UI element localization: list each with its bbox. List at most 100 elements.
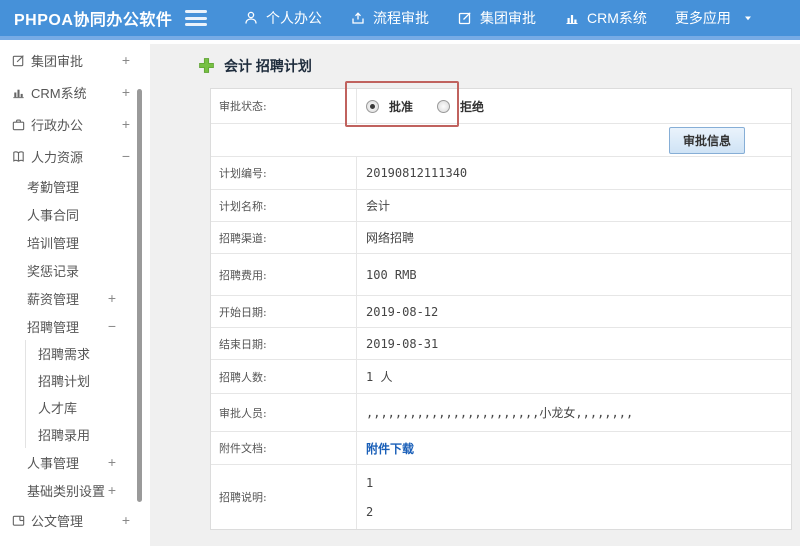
- sidebar-item-label: 公文管理: [31, 513, 84, 529]
- field-label: 审批状态:: [211, 89, 357, 123]
- sidebar-item-recruitment[interactable]: 招聘管理 −: [0, 312, 150, 340]
- nav-group-approval[interactable]: 集团审批: [457, 8, 536, 28]
- field-value: 20190812111340: [366, 166, 468, 180]
- expand-icon[interactable]: +: [120, 84, 132, 100]
- recruit-channel-row: 招聘渠道: 网络招聘: [211, 221, 791, 253]
- expand-icon[interactable]: +: [106, 454, 118, 470]
- sidebar-item-crm[interactable]: CRM系统 +: [0, 76, 150, 108]
- collapse-icon[interactable]: −: [106, 318, 118, 334]
- field-label: 招聘人数:: [211, 360, 357, 393]
- hamburger-menu-icon[interactable]: [185, 10, 207, 26]
- sidebar-item-document[interactable]: 公文管理 +: [0, 504, 150, 536]
- person-icon: [243, 10, 259, 26]
- approval-info-button[interactable]: 审批信息: [668, 126, 745, 154]
- sidebar-item-label: 招聘管理: [27, 319, 80, 335]
- attachment-row: 附件文档: 附件下载: [211, 431, 791, 464]
- sidebar-item-admin-office[interactable]: 行政办公 +: [0, 108, 150, 140]
- sidebar-item-hr[interactable]: 人力资源 −: [0, 140, 150, 172]
- approval-status-row: 审批状态: 批准 拒绝: [211, 89, 791, 123]
- description-line: 2: [366, 504, 374, 519]
- app-logo: PHPOA协同办公软件: [14, 12, 173, 29]
- top-header: PHPOA协同办公软件 个人办公 流程审批 集团审批 CRM系统 更多应用: [0, 0, 800, 40]
- field-label: 计划名称:: [211, 190, 357, 221]
- book-icon: [10, 149, 26, 164]
- description-row: 招聘说明: 1 2: [211, 464, 791, 529]
- page-title: 会计 招聘计划: [198, 57, 800, 74]
- sidebar-item-hr-contract[interactable]: 人事合同: [0, 200, 150, 228]
- plan-number-row: 计划编号: 20190812111340: [211, 156, 791, 189]
- expand-icon[interactable]: +: [120, 52, 132, 68]
- radio-approve-label: 批准: [389, 99, 414, 114]
- nav-label: CRM系统: [587, 10, 647, 26]
- sidebar-item-label: 人才库: [38, 401, 78, 416]
- sidebar-item-group-approval[interactable]: 集团审批 +: [0, 44, 150, 76]
- field-label: 招聘说明:: [211, 465, 357, 529]
- nav-crm[interactable]: CRM系统: [564, 8, 647, 28]
- edit-square-icon: [10, 53, 26, 68]
- bar-chart-icon: [564, 10, 580, 26]
- approval-form-table: 审批状态: 批准 拒绝 审批信息 计划编号: 20190812111340 计划…: [210, 88, 792, 530]
- expand-icon[interactable]: +: [106, 290, 118, 306]
- approval-button-row: 审批信息: [211, 123, 791, 156]
- attachment-download-link[interactable]: 附件下载: [366, 442, 414, 456]
- field-value: ,,,,,,,,,,,,,,,,,,,,,,,,小龙女,,,,,,,,: [366, 406, 634, 420]
- sidebar-item-label: 培训管理: [27, 235, 80, 251]
- approval-status-options: 批准 拒绝: [357, 98, 791, 115]
- field-label: 招聘渠道:: [211, 222, 357, 253]
- expand-icon[interactable]: +: [120, 116, 132, 132]
- description-line: 1: [366, 475, 374, 490]
- sidebar-item-recruit-plan[interactable]: 招聘计划: [26, 367, 150, 394]
- field-label: 计划编号:: [211, 157, 357, 189]
- sidebar-item-label: 集团审批: [31, 53, 84, 69]
- sidebar-item-salary[interactable]: 薪资管理 +: [0, 284, 150, 312]
- radio-approve[interactable]: [366, 99, 379, 113]
- nav-label: 更多应用: [674, 10, 731, 26]
- expand-icon[interactable]: +: [106, 482, 118, 498]
- sidebar-item-recruit-hire[interactable]: 招聘录用: [26, 421, 150, 448]
- bar-chart-icon: [10, 85, 26, 100]
- radio-reject[interactable]: [437, 99, 451, 113]
- nav-personal-office[interactable]: 个人办公: [243, 8, 322, 28]
- sidebar-item-label: 人力资源: [31, 149, 84, 165]
- approvers-row: 审批人员: ,,,,,,,,,,,,,,,,,,,,,,,,小龙女,,,,,,,…: [211, 393, 791, 431]
- sidebar-item-label: 招聘需求: [38, 347, 91, 362]
- sidebar-item-label: 基础类别设置: [27, 483, 106, 499]
- field-label: 招聘费用:: [211, 254, 357, 295]
- field-value: 100 RMB: [366, 267, 417, 282]
- document-icon: [10, 513, 26, 528]
- nav-process-approval[interactable]: 流程审批: [350, 8, 429, 28]
- upload-icon: [350, 10, 366, 26]
- collapse-icon[interactable]: −: [120, 148, 132, 164]
- radio-reject-label: 拒绝: [460, 99, 485, 114]
- field-label: 审批人员:: [211, 394, 357, 431]
- start-date-row: 开始日期: 2019-08-12: [211, 295, 791, 327]
- nav-label: 个人办公: [266, 10, 322, 26]
- end-date-row: 结束日期: 2019-08-31: [211, 327, 791, 359]
- sidebar-item-rewards[interactable]: 奖惩记录: [0, 256, 150, 284]
- recruitment-submenu: 招聘需求 招聘计划 人才库 招聘录用: [25, 340, 150, 448]
- add-icon[interactable]: [198, 57, 215, 74]
- sidebar-scrollbar[interactable]: [137, 89, 142, 502]
- sidebar-item-label: 奖惩记录: [27, 263, 80, 279]
- sidebar-item-vehicle[interactable]: 用车管理 +: [0, 536, 150, 546]
- nav-label: 集团审批: [480, 10, 536, 26]
- nav-label: 流程审批: [373, 10, 429, 26]
- sidebar-item-attendance[interactable]: 考勤管理: [0, 172, 150, 200]
- field-label: 开始日期:: [211, 296, 357, 327]
- field-value: 2019-08-31: [366, 336, 439, 351]
- headcount-row: 招聘人数: 1 人: [211, 359, 791, 393]
- sidebar-item-label: 招聘录用: [38, 428, 91, 443]
- sidebar-item-label: 薪资管理: [27, 291, 80, 307]
- page-title-text: 会计 招聘计划: [224, 57, 312, 74]
- sidebar-item-personnel[interactable]: 人事管理 +: [0, 448, 150, 476]
- sidebar-item-label: CRM系统: [31, 85, 87, 101]
- sidebar-item-talent-pool[interactable]: 人才库: [26, 394, 150, 421]
- sidebar-item-recruit-demand[interactable]: 招聘需求: [26, 340, 150, 367]
- nav-more-apps[interactable]: 更多应用: [675, 8, 754, 28]
- field-value: 2019-08-12: [366, 304, 439, 319]
- sidebar-item-base-category[interactable]: 基础类别设置 +: [0, 476, 150, 504]
- expand-icon[interactable]: +: [120, 512, 132, 528]
- sidebar: 集团审批 + CRM系统 + 行政办公 + 人力资源 − 考勤管理 人事合同 培…: [0, 44, 150, 546]
- caret-down-icon: [742, 12, 754, 24]
- sidebar-item-training[interactable]: 培训管理: [0, 228, 150, 256]
